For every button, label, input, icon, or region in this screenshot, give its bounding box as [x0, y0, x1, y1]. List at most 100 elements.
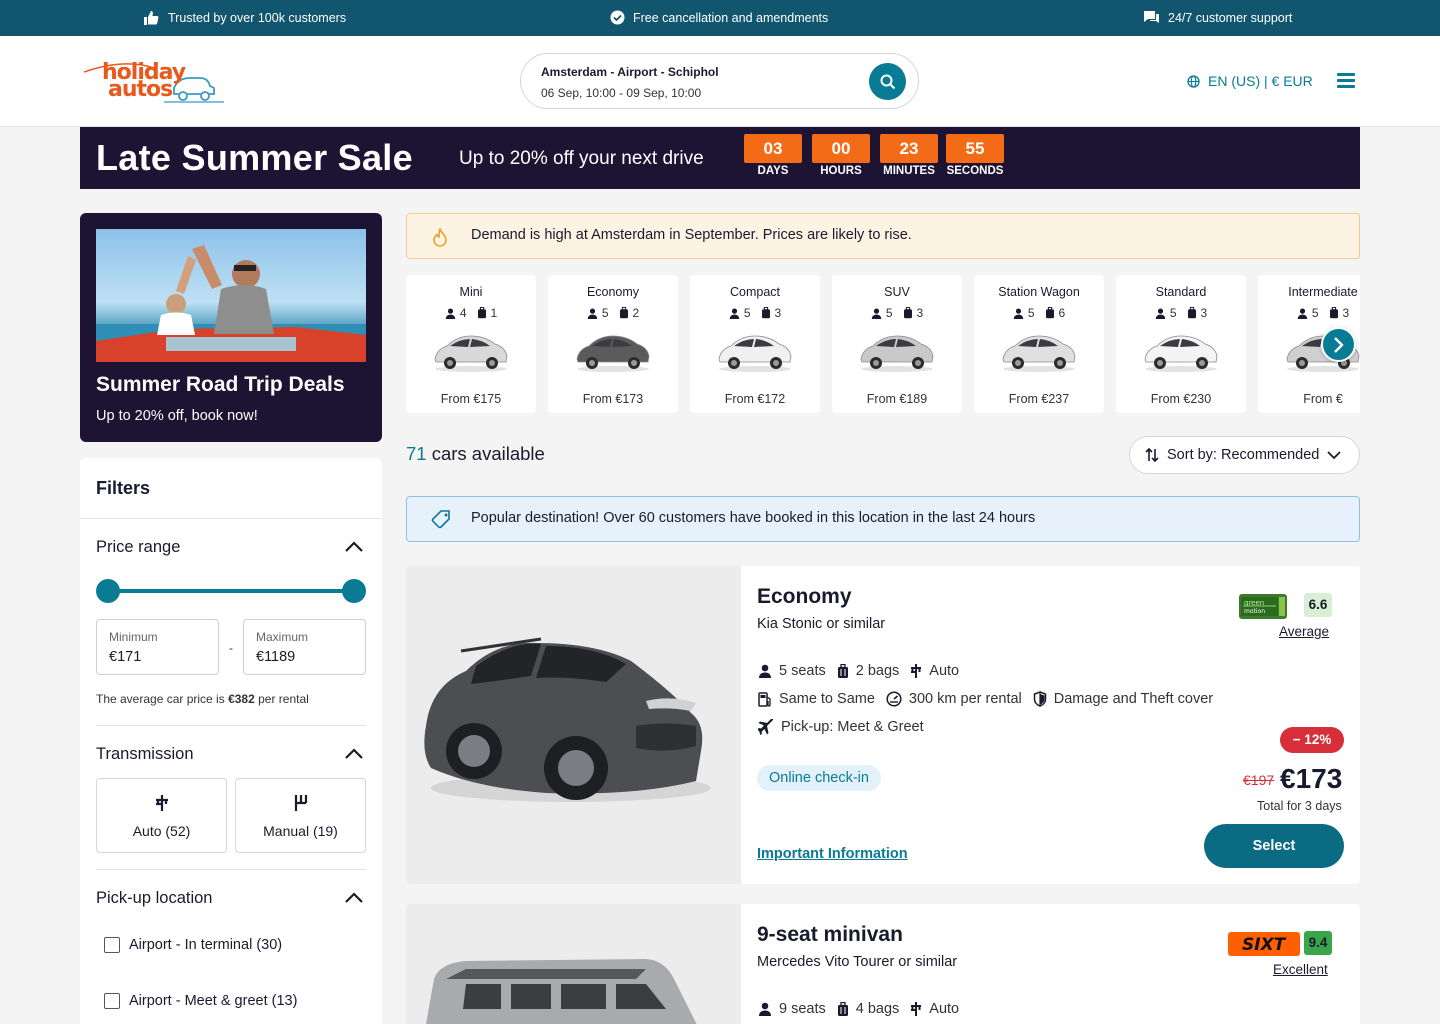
- promo-card[interactable]: Summer Road Trip Deals Up to 20% off, bo…: [80, 213, 382, 442]
- category-car-image: [1144, 335, 1218, 372]
- search-summary[interactable]: Amsterdam - Airport - Schiphol 06 Sep, 1…: [520, 53, 919, 109]
- car-class: 9-seat minivan: [757, 923, 903, 946]
- car-category-card[interactable]: SUV 5 3 From €189: [832, 275, 962, 413]
- supplier-rating-label[interactable]: Average: [1279, 624, 1329, 639]
- person-icon: [1155, 308, 1166, 319]
- demand-notice: Demand is high at Amsterdam in September…: [406, 213, 1360, 259]
- avg-value: €382: [228, 692, 255, 706]
- car-category-card[interactable]: Standard 5 3 From €230: [1116, 275, 1246, 413]
- globe-icon: [1187, 74, 1200, 88]
- search-icon: [880, 74, 895, 89]
- transmission-auto-option[interactable]: Auto (52): [96, 778, 227, 853]
- thumbs-up-icon: [144, 11, 159, 25]
- search-button[interactable]: [869, 63, 906, 100]
- person-icon: [445, 308, 456, 319]
- price-min-field[interactable]: Minimum €171: [96, 619, 219, 675]
- price-slider-min-handle[interactable]: [96, 579, 120, 603]
- car-model: Kia Stonic or similar: [757, 616, 886, 632]
- trust-bar: Trusted by over 100k customers Free canc…: [0, 0, 1440, 36]
- logo-word-autos: autos: [108, 77, 173, 102]
- next-arrow-button[interactable]: [1321, 327, 1356, 362]
- car-image-pane: [406, 904, 741, 1024]
- cars-count-number: 71: [406, 443, 427, 464]
- popular-notice: Popular destination! Over 60 customers h…: [406, 496, 1360, 542]
- trust-cancellation-text: Free cancellation and amendments: [633, 10, 829, 25]
- divider: [96, 725, 366, 726]
- car-category-card[interactable]: Mini 4 1 From €175: [406, 275, 536, 413]
- price-separator: -: [229, 641, 233, 655]
- chevron-up-icon[interactable]: [344, 541, 364, 553]
- countdown-minutes-label: MINUTES: [883, 165, 935, 177]
- car-category-card[interactable]: Station Wagon 5 6 From €237: [974, 275, 1104, 413]
- car-image: [426, 959, 697, 1024]
- price-total-note: Total for 3 days: [1257, 799, 1342, 813]
- chat-icon: [1144, 11, 1159, 23]
- car-category-card[interactable]: Economy 5 2 From €173: [548, 275, 678, 413]
- price-max-field[interactable]: Maximum €1189: [243, 619, 366, 675]
- select-button[interactable]: Select: [1204, 824, 1344, 868]
- suitcase-icon: [761, 307, 770, 319]
- car-category-card[interactable]: Compact 5 3 From €172: [690, 275, 820, 413]
- trust-item-cancellation: Free cancellation and amendments: [610, 10, 828, 25]
- category-name: SUV: [884, 285, 910, 299]
- countdown-days: 03 DAYS: [744, 134, 802, 177]
- car-result-card: Economy Kia Stonic or similar 5 seats 2 …: [406, 566, 1360, 884]
- checkbox[interactable]: [104, 937, 120, 953]
- svg-text:motion: motion: [1244, 608, 1265, 615]
- menu-icon[interactable]: [1337, 73, 1355, 88]
- car-image: [424, 637, 711, 802]
- important-information-link[interactable]: Important Information: [757, 846, 908, 862]
- supplier-rating-label[interactable]: Excellent: [1273, 962, 1328, 977]
- car-features-row-1: 5 seats 2 bags Auto: [758, 663, 964, 679]
- holiday-autos-logo[interactable]: holiday autos: [84, 60, 229, 104]
- chevron-up-icon[interactable]: [344, 748, 364, 760]
- locale-selector[interactable]: EN (US) | € EUR: [1187, 73, 1313, 89]
- original-price: €197: [1243, 772, 1275, 788]
- popular-text: Popular destination! Over 60 customers h…: [471, 510, 1036, 526]
- category-car-image: [718, 335, 792, 372]
- price-range-title: Price range: [96, 538, 181, 556]
- sort-label: Sort by: Recommended: [1167, 447, 1320, 463]
- category-bags: 2: [632, 306, 640, 320]
- pickup-option-meet-greet[interactable]: Airport - Meet & greet (13): [104, 993, 297, 1009]
- price-slider-max-handle[interactable]: [342, 579, 366, 603]
- search-dates: 06 Sep, 10:00 - 09 Sep, 10:00: [541, 86, 702, 100]
- cars-count-suffix: cars available: [426, 443, 545, 464]
- countdown-days-value: 03: [744, 134, 802, 163]
- car-seats: 9 seats: [779, 1001, 826, 1017]
- chevron-up-icon[interactable]: [344, 892, 364, 904]
- category-bags: 3: [1342, 306, 1350, 320]
- car-features-row-3: Pick-up: Meet & Greet: [758, 719, 929, 735]
- category-seats: 5: [1169, 306, 1177, 320]
- category-bags: 6: [1058, 306, 1066, 320]
- shield-icon: [1033, 691, 1047, 707]
- online-checkin-badge: Online check-in: [757, 765, 881, 791]
- car-image-pane: [406, 566, 741, 884]
- person-icon: [1013, 308, 1024, 319]
- sort-dropdown[interactable]: Sort by: Recommended: [1129, 436, 1360, 474]
- category-price: From €230: [1150, 392, 1212, 406]
- trust-item-support: 24/7 customer support: [1143, 10, 1292, 25]
- divider: [80, 518, 382, 519]
- checkbox[interactable]: [104, 993, 120, 1009]
- countdown-hours-label: HOURS: [820, 165, 862, 177]
- category-bags: 3: [916, 306, 924, 320]
- discount-badge: − 12%: [1280, 727, 1344, 753]
- category-specs: 53: [690, 306, 820, 320]
- divider: [96, 869, 366, 870]
- transmission-manual-label: Manual (19): [263, 823, 338, 839]
- countdown-minutes-value: 23: [880, 134, 938, 163]
- search-location: Amsterdam - Airport - Schiphol: [541, 65, 719, 79]
- sale-subtitle: Up to 20% off your next drive: [459, 148, 704, 169]
- locale-text: EN (US) | € EUR: [1208, 73, 1313, 89]
- category-seats: 5: [601, 306, 609, 320]
- transmission-auto-label: Auto (52): [132, 823, 191, 839]
- person-icon: [587, 308, 598, 319]
- category-seats: 5: [1027, 306, 1035, 320]
- transmission-manual-option[interactable]: Manual (19): [235, 778, 366, 853]
- pickup-option-in-terminal[interactable]: Airport - In terminal (30): [104, 937, 282, 953]
- car-result-card: 9-seat minivan Mercedes Vito Tourer or s…: [406, 904, 1360, 1024]
- trust-support-text: 24/7 customer support: [1168, 10, 1293, 25]
- price-max-label: Maximum: [256, 630, 309, 644]
- person-icon: [759, 664, 771, 678]
